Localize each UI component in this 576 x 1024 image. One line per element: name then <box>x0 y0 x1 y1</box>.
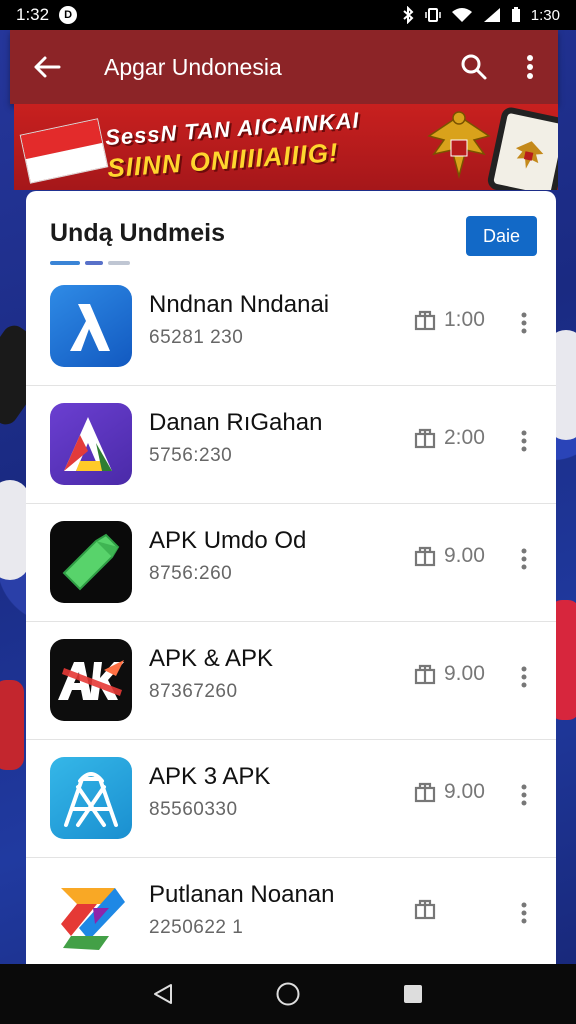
battery-icon <box>511 7 520 22</box>
app-list: Nndnan Nndanai 65281 230 1:00 Danan RıGa… <box>26 268 556 964</box>
item-more-button[interactable] <box>510 298 538 348</box>
circle-home-icon <box>276 982 300 1006</box>
more-vertical-icon <box>521 548 527 570</box>
install-button[interactable]: 9.00 <box>414 780 485 804</box>
package-icon <box>414 428 436 449</box>
green-arrow-icon <box>50 521 132 603</box>
item-more-button[interactable] <box>510 888 538 938</box>
item-more-button[interactable] <box>510 770 538 820</box>
install-label: 9.00 <box>444 544 485 567</box>
app-list-card: Undą Undmeis Daie Nndnan Nndanai 65281 2… <box>26 191 556 964</box>
app-subtitle: 87367260 <box>149 681 238 702</box>
more-vertical-icon <box>521 430 527 452</box>
lambda-icon <box>50 285 132 367</box>
app-name: Danan RıGahan <box>149 409 323 436</box>
vibrate-icon <box>425 8 441 22</box>
a-outline-icon <box>50 757 132 839</box>
status-right: 1:30 <box>401 6 560 24</box>
app-subtitle: 85560330 <box>149 799 238 820</box>
app-name: Putlanan Noanan <box>149 881 335 908</box>
item-more-button[interactable] <box>510 652 538 702</box>
status-time: 1:32 <box>16 5 50 24</box>
app-subtitle: 5756:230 <box>149 445 233 466</box>
nav-recents-button[interactable] <box>383 964 443 1024</box>
item-more-button[interactable] <box>510 416 538 466</box>
install-button[interactable]: 9.00 <box>414 544 485 568</box>
ak-logo-icon <box>50 639 132 721</box>
overflow-menu-button[interactable] <box>502 30 558 104</box>
app-subtitle: 65281 230 <box>149 327 244 348</box>
list-item[interactable]: Nndnan Nndanai 65281 230 1:00 <box>26 268 556 386</box>
package-icon <box>414 664 436 685</box>
app-name: APK & APK <box>149 645 274 672</box>
install-label: 9.00 <box>444 662 485 685</box>
back-button[interactable] <box>10 30 84 104</box>
background-shape <box>0 680 24 770</box>
install-button[interactable]: 9.00 <box>414 662 485 686</box>
list-item[interactable]: Danan RıGahan 5756:230 2:00 <box>26 386 556 504</box>
install-button[interactable]: 2:00 <box>414 426 485 450</box>
search-icon <box>461 54 487 80</box>
more-vertical-icon <box>527 55 533 79</box>
package-icon <box>414 546 436 567</box>
app-subtitle: 8756:260 <box>149 563 233 584</box>
banner-text: SessN TAN AICAINKAI SIINN ONIIIIAIIIG! <box>104 104 427 184</box>
tab-indicator-bar <box>50 261 80 265</box>
system-nav-bar <box>0 964 576 1024</box>
list-item[interactable]: APK Umdo Od 8756:260 9.00 <box>26 504 556 622</box>
install-button[interactable]: 1:00 <box>414 308 485 332</box>
indonesia-flag-icon <box>19 118 109 184</box>
promo-banner[interactable]: SessN TAN AICAINKAI SIINN ONIIIIAIIIG! <box>14 104 558 190</box>
install-label: 1:00 <box>444 308 485 331</box>
status-bar: 1:32 D 1:30 <box>0 0 576 30</box>
app-subtitle: 2250622 1 <box>149 917 244 938</box>
list-item[interactable]: Putlanan Noanan 2250622 1 <box>26 858 556 964</box>
tab-indicator <box>50 261 130 265</box>
square-recents-icon <box>404 985 423 1003</box>
nav-back-button[interactable] <box>133 964 193 1024</box>
wifi-icon <box>451 8 472 22</box>
app-name: APK Umdo Od <box>149 527 307 554</box>
notification-icon: D <box>59 6 78 24</box>
tab-indicator-bar <box>108 261 130 265</box>
colorful-z-icon <box>50 875 132 957</box>
a-logo-icon <box>50 403 132 485</box>
tab-indicator-bar <box>85 261 103 265</box>
list-item[interactable]: APK 3 APK 85560330 9.00 <box>26 740 556 858</box>
more-vertical-icon <box>521 784 527 806</box>
more-vertical-icon <box>521 666 527 688</box>
nav-home-button[interactable] <box>258 964 318 1024</box>
app-bar-title: Apgar Undonesia <box>104 53 282 80</box>
list-item[interactable]: APK & APK 87367260 9.00 <box>26 622 556 740</box>
garuda-small-icon <box>515 141 544 169</box>
app-bar: Apgar Undonesia <box>10 30 558 104</box>
item-more-button[interactable] <box>510 534 538 584</box>
install-button[interactable] <box>414 898 444 920</box>
arrow-left-icon <box>34 56 61 78</box>
garuda-emblem-icon <box>427 111 491 179</box>
search-button[interactable] <box>446 30 502 104</box>
install-label: 2:00 <box>444 426 485 449</box>
package-icon <box>414 899 436 920</box>
app-name: APK 3 APK <box>149 763 271 790</box>
section-title: Undą Undmeis <box>50 219 226 247</box>
phone-graphic <box>486 105 558 190</box>
install-label: 9.00 <box>444 780 485 803</box>
bluetooth-icon <box>403 6 414 24</box>
status-left: 1:32 D <box>16 5 78 25</box>
app-name: Nndnan Nndanai <box>149 291 330 318</box>
triangle-back-icon <box>153 984 172 1004</box>
more-vertical-icon <box>521 312 527 334</box>
package-icon <box>414 782 436 803</box>
package-icon <box>414 310 436 331</box>
more-vertical-icon <box>521 902 527 924</box>
signal-icon <box>483 8 500 22</box>
card-header: Undą Undmeis Daie <box>26 191 556 268</box>
section-action-button[interactable]: Daie <box>466 216 537 256</box>
status-right-text: 1:30 <box>530 6 560 24</box>
